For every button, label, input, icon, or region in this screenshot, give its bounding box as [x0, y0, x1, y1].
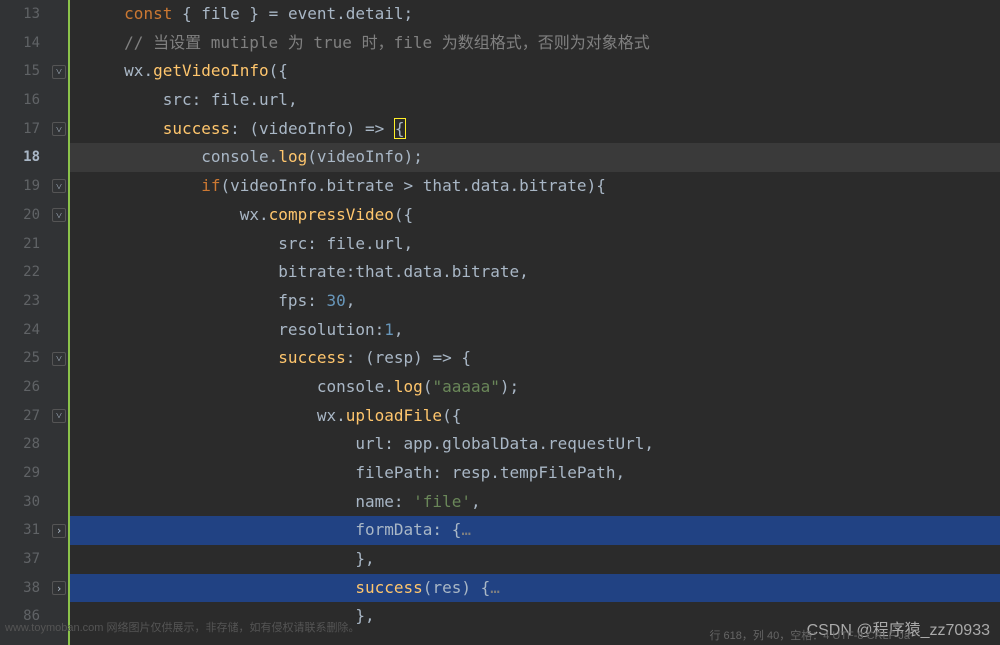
line-number: 30 — [0, 488, 50, 517]
line-number: 21 — [0, 230, 50, 259]
code-line[interactable]: const { file } = event.detail; — [70, 0, 1000, 29]
code-line[interactable]: wx.uploadFile({ — [70, 402, 1000, 431]
line-number: 16 — [0, 86, 50, 115]
line-number: 14 — [0, 29, 50, 58]
line-number: 38 — [0, 574, 50, 603]
line-number: 17 — [0, 115, 50, 144]
fold-blank — [50, 86, 68, 115]
fold-blank — [50, 488, 68, 517]
fold-collapse-icon[interactable]: ˅ — [50, 344, 68, 373]
code-line[interactable]: wx.compressVideo({ — [70, 201, 1000, 230]
code-content[interactable]: const { file } = event.detail; // 当设置 mu… — [70, 0, 1000, 645]
code-line[interactable]: if(videoInfo.bitrate > that.data.bitrate… — [70, 172, 1000, 201]
line-number: 13 — [0, 0, 50, 29]
line-number: 20 — [0, 201, 50, 230]
fold-blank — [50, 287, 68, 316]
line-number-gutter: 13 14 15 16 17 18 19 20 21 22 23 24 25 2… — [0, 0, 50, 645]
code-line[interactable]: bitrate:that.data.bitrate, — [70, 258, 1000, 287]
fold-blank — [50, 545, 68, 574]
code-line[interactable]: success: (videoInfo) => { — [70, 115, 1000, 144]
line-number: 23 — [0, 287, 50, 316]
code-line[interactable]: resolution:1, — [70, 316, 1000, 345]
fold-gutter: ˅ ˅ ˅ ˅ ˅ ˅ › › — [50, 0, 70, 645]
fold-collapse-icon[interactable]: ˅ — [50, 402, 68, 431]
line-number: 19 — [0, 172, 50, 201]
fold-collapse-icon[interactable]: ˅ — [50, 201, 68, 230]
status-bar: 行 618，列 40，空格：4 UTF-8 CRLF Ja — [710, 627, 911, 643]
fold-blank — [50, 373, 68, 402]
code-line-folded[interactable]: formData: {… — [70, 516, 1000, 545]
code-line[interactable]: filePath: resp.tempFilePath, — [70, 459, 1000, 488]
fold-collapse-icon[interactable]: ˅ — [50, 172, 68, 201]
fold-collapse-icon[interactable]: ˅ — [50, 57, 68, 86]
code-line[interactable]: wx.getVideoInfo({ — [70, 57, 1000, 86]
fold-blank — [50, 258, 68, 287]
line-number: 15 — [0, 57, 50, 86]
fold-blank — [50, 0, 68, 29]
line-number: 22 — [0, 258, 50, 287]
code-line-active[interactable]: console.log(videoInfo); — [70, 143, 1000, 172]
fold-collapse-icon[interactable]: ˅ — [50, 115, 68, 144]
code-line[interactable]: url: app.globalData.requestUrl, — [70, 430, 1000, 459]
code-line-folded[interactable]: success(res) {… — [70, 574, 1000, 603]
line-number: 27 — [0, 402, 50, 431]
code-line[interactable]: src: file.url, — [70, 230, 1000, 259]
code-line[interactable]: success: (resp) => { — [70, 344, 1000, 373]
watermark-text: www.toymoban.com 网络图片仅供展示，非存储，如有侵权请联系删除。 — [5, 619, 359, 635]
line-number: 37 — [0, 545, 50, 574]
code-editor: 13 14 15 16 17 18 19 20 21 22 23 24 25 2… — [0, 0, 1000, 645]
code-line[interactable]: src: file.url, — [70, 86, 1000, 115]
fold-blank — [50, 459, 68, 488]
code-line[interactable]: }, — [70, 545, 1000, 574]
fold-blank — [50, 143, 68, 172]
fold-blank — [50, 316, 68, 345]
fold-blank — [50, 430, 68, 459]
code-line[interactable]: name: 'file', — [70, 488, 1000, 517]
fold-blank — [50, 230, 68, 259]
line-number: 26 — [0, 373, 50, 402]
line-number-active: 18 — [0, 143, 50, 172]
line-number: 24 — [0, 316, 50, 345]
line-number: 29 — [0, 459, 50, 488]
fold-expand-icon[interactable]: › — [50, 516, 68, 545]
fold-blank — [50, 29, 68, 58]
code-line[interactable]: // 当设置 mutiple 为 true 时，file 为数组格式，否则为对象… — [70, 29, 1000, 58]
code-line[interactable]: console.log("aaaaa"); — [70, 373, 1000, 402]
fold-expand-icon[interactable]: › — [50, 574, 68, 603]
line-number: 25 — [0, 344, 50, 373]
line-number: 28 — [0, 430, 50, 459]
line-number: 31 — [0, 516, 50, 545]
code-line[interactable]: fps: 30, — [70, 287, 1000, 316]
